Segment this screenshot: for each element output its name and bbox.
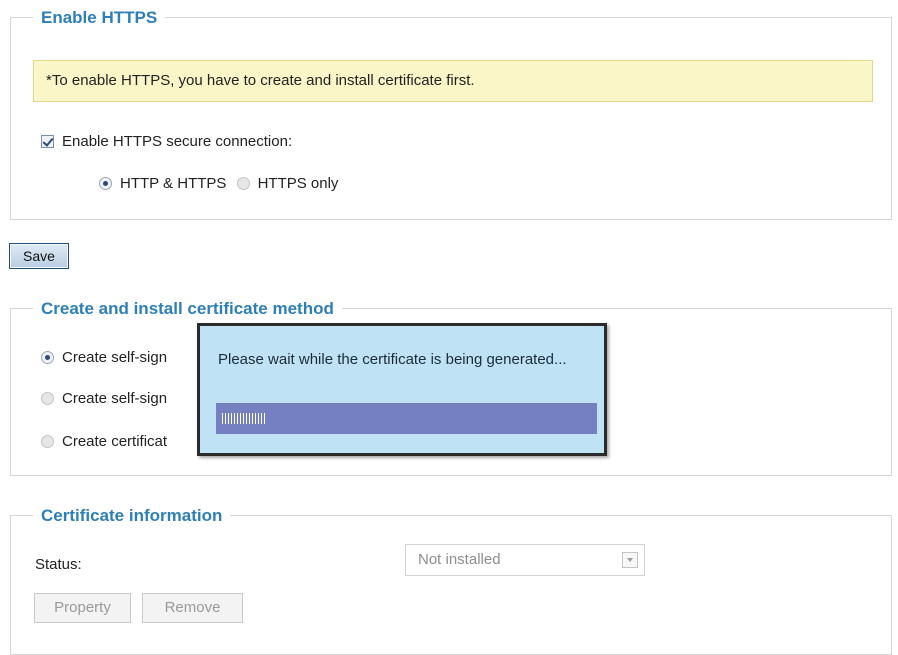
- method-option-1-label: Create self-sign: [62, 349, 168, 366]
- method-option-3[interactable]: Create certificat: [41, 432, 167, 452]
- chevron-down-icon[interactable]: [622, 552, 638, 568]
- enable-https-section: Enable HTTPS *To enable HTTPS, you have …: [10, 7, 892, 220]
- radio-unselected-icon: [41, 435, 54, 448]
- radio-https-only-label: HTTPS only: [257, 175, 339, 192]
- https-mode-group: HTTP & HTTPS HTTPS only: [99, 174, 338, 194]
- progress-message: Please wait while the certificate is bei…: [218, 351, 567, 368]
- remove-button[interactable]: Remove: [142, 593, 243, 623]
- certificate-method-legend: Create and install certificate method: [33, 298, 342, 320]
- radio-unselected-icon: [41, 392, 54, 405]
- radio-unselected-icon: [236, 177, 250, 190]
- method-option-2-label: Create self-sign: [62, 390, 168, 407]
- status-label: Status:: [35, 556, 82, 573]
- method-option-3-label: Create certificat: [62, 433, 168, 450]
- enable-https-checkbox[interactable]: [41, 135, 54, 148]
- progress-bar: [216, 403, 597, 434]
- radio-http-and-https-label: HTTP & HTTPS: [120, 175, 227, 192]
- method-option-1[interactable]: Create self-sign: [41, 348, 167, 368]
- enable-https-legend: Enable HTTPS: [33, 7, 166, 29]
- property-button[interactable]: Property: [34, 593, 131, 623]
- https-note: *To enable HTTPS, you have to create and…: [33, 60, 873, 102]
- radio-https-only[interactable]: HTTPS only: [236, 175, 339, 192]
- certificate-info-section: Certificate information Status:: [10, 505, 892, 655]
- radio-selected-icon: [41, 351, 54, 364]
- save-button[interactable]: Save: [9, 243, 69, 269]
- progress-bar-fill: [222, 413, 266, 424]
- status-value: Not installed: [418, 551, 501, 568]
- certificate-info-legend: Certificate information: [33, 505, 231, 527]
- radio-http-and-https[interactable]: HTTP & HTTPS: [99, 175, 226, 192]
- status-select[interactable]: Not installed: [405, 544, 645, 576]
- enable-https-row[interactable]: Enable HTTPS secure connection:: [41, 132, 292, 152]
- certificate-progress-dialog: Please wait while the certificate is bei…: [197, 323, 607, 456]
- checkmark-icon: [42, 135, 54, 147]
- radio-selected-icon: [99, 177, 112, 190]
- method-option-2[interactable]: Create self-sign: [41, 389, 167, 409]
- enable-https-label: Enable HTTPS secure connection:: [62, 133, 293, 150]
